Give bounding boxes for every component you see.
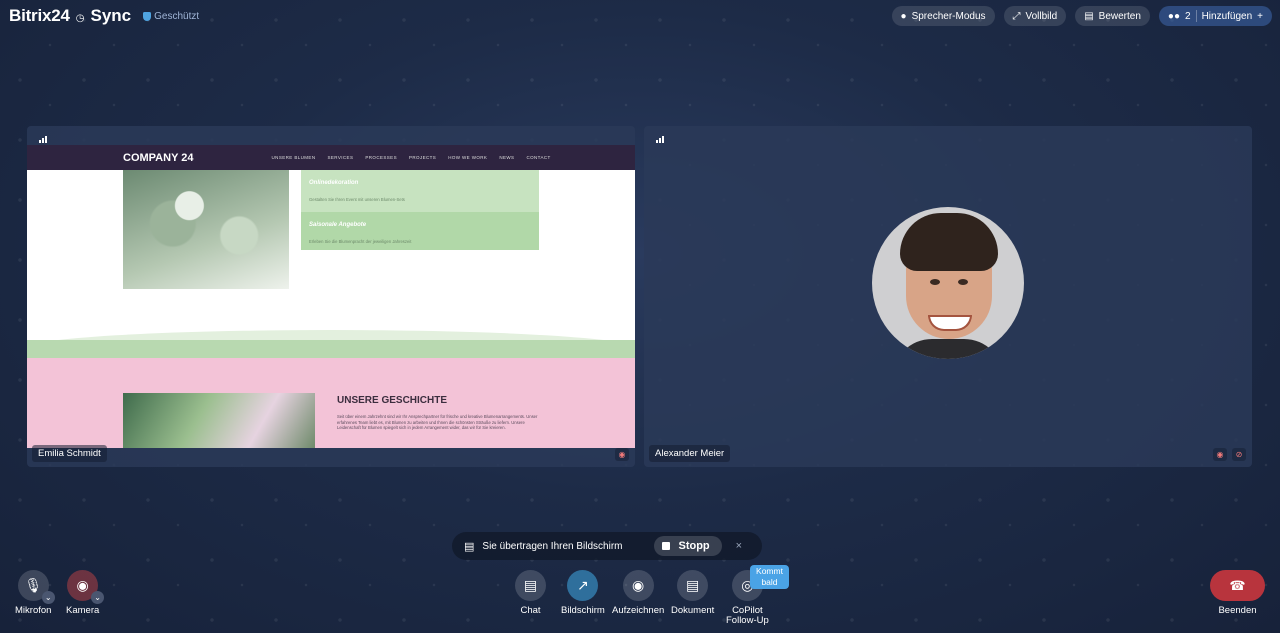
speaker-mode-button[interactable]: ● Sprecher-Modus bbox=[891, 6, 995, 26]
speaker-icon: ● bbox=[900, 10, 907, 22]
stop-sharing-button[interactable]: Stopp bbox=[654, 536, 722, 556]
document-label: Dokument bbox=[671, 605, 715, 616]
signal-icon bbox=[39, 136, 47, 143]
clock-icon: ◷ bbox=[75, 13, 85, 24]
site-nav-item: PROJECTS bbox=[408, 155, 437, 160]
site-nav-item: SERVICES bbox=[327, 155, 354, 160]
video-tile-screen-share[interactable]: COMPANY 24 UNSERE BLUMEN SERVICES PROCES… bbox=[27, 126, 635, 467]
screen-label: Bildschirm bbox=[561, 605, 605, 616]
story-image bbox=[123, 393, 315, 448]
fullscreen-button[interactable]: ⤢ Vollbild bbox=[1003, 6, 1067, 26]
chat-label: Chat bbox=[520, 605, 541, 616]
app-logo: Bitrix24 ◷ Sync Geschützt bbox=[9, 6, 199, 26]
participants-count: 2 bbox=[1185, 10, 1191, 22]
site-nav-item: UNSERE BLUMEN bbox=[271, 155, 316, 160]
mic-off-icon: ⊘ bbox=[1232, 448, 1246, 461]
screen-share-button[interactable]: ↗ Bildschirm bbox=[561, 570, 605, 616]
share-status-text: Sie übertragen Ihren Bildschirm bbox=[482, 540, 623, 552]
camera-off-icon[interactable]: ◉ ⌄ bbox=[67, 570, 105, 604]
fullscreen-label: Vollbild bbox=[1025, 10, 1058, 22]
chat-button[interactable]: ▤ Chat bbox=[515, 570, 546, 616]
mic-icon[interactable]: 🎙 ⌄ bbox=[17, 570, 55, 604]
stop-icon bbox=[662, 542, 671, 550]
users-icon: ●● bbox=[1167, 10, 1180, 22]
avatar bbox=[872, 207, 1024, 359]
tile-status-icons: ◉ ⊘ bbox=[1213, 448, 1246, 461]
video-tile-camera[interactable]: Alexander Meier ◉ ⊘ bbox=[644, 126, 1252, 467]
comment-icon: ▤ bbox=[1084, 10, 1094, 22]
shared-screen: COMPANY 24 UNSERE BLUMEN SERVICES PROCES… bbox=[27, 145, 635, 448]
site-nav: COMPANY 24 UNSERE BLUMEN SERVICES PROCES… bbox=[27, 145, 635, 170]
rate-label: Bewerten bbox=[1098, 10, 1141, 22]
product-name: Sync bbox=[90, 6, 132, 25]
screen-share-icon: ▤ bbox=[464, 540, 475, 553]
site-nav-item: PROCESSES bbox=[365, 155, 397, 160]
coming-soon-badge: Kommt bald bbox=[750, 565, 789, 589]
card-text: Gestalten Sie Ihren Event mit unseren Bl… bbox=[309, 197, 405, 202]
flower-image bbox=[123, 170, 289, 289]
expand-icon: ⤢ bbox=[1012, 10, 1021, 22]
chevron-down-icon[interactable]: ⌄ bbox=[91, 591, 105, 604]
rate-button[interactable]: ▤ Bewerten bbox=[1075, 6, 1150, 26]
protected-indicator: Geschützt bbox=[143, 11, 199, 22]
camera-off-icon: ◉ bbox=[1213, 448, 1227, 461]
end-call-control[interactable]: ☎ Beenden bbox=[1210, 570, 1265, 616]
tile-status-icons: ◉ bbox=[615, 448, 629, 461]
shield-icon bbox=[143, 12, 152, 21]
plus-icon: + bbox=[1257, 10, 1263, 22]
end-label: Beenden bbox=[1218, 605, 1257, 616]
camera-off-icon: ◉ bbox=[615, 448, 629, 461]
document-icon[interactable]: ▤ bbox=[677, 570, 709, 601]
signal-icon bbox=[656, 136, 664, 143]
camera-control[interactable]: ◉ ⌄ Kamera bbox=[66, 570, 105, 616]
participant-name: Emilia Schmidt bbox=[32, 445, 107, 462]
badge-line2: bald bbox=[761, 577, 778, 587]
record-label: Aufzeichnen bbox=[612, 605, 665, 616]
wave-decoration bbox=[27, 340, 635, 360]
site-nav-item: NEWS bbox=[499, 155, 515, 160]
stop-label: Stopp bbox=[678, 540, 710, 552]
badge-line1: Kommt bbox=[756, 566, 783, 576]
card-title: Saisonale Angebote bbox=[309, 222, 367, 228]
site-nav-item: HOW WE WORK bbox=[448, 155, 488, 160]
story-section: UNSERE GESCHICHTE Seit über einem Jahrze… bbox=[27, 358, 635, 448]
service-card: Saisonale Angebote Erleben Sie die Blume… bbox=[301, 212, 539, 250]
screen-share-icon[interactable]: ↗ bbox=[567, 570, 599, 601]
screen-share-bar: ▤ Sie übertragen Ihren Bildschirm Stopp … bbox=[452, 532, 762, 560]
story-title: UNSERE GESCHICHTE bbox=[337, 395, 448, 406]
card-text: Erleben Sie die Blumenpracht der jeweili… bbox=[309, 239, 412, 244]
service-card: Onlinedekoration Gestalten Sie Ihren Eve… bbox=[301, 170, 539, 212]
record-icon[interactable]: ◉ bbox=[622, 570, 654, 601]
copilot-label-line2: Follow-Up bbox=[726, 615, 769, 626]
top-toolbar: ● Sprecher-Modus ⤢ Vollbild ▤ Bewerten ●… bbox=[891, 6, 1272, 26]
document-button[interactable]: ▤ Dokument bbox=[671, 570, 714, 616]
site-brand: COMPANY 24 bbox=[123, 151, 194, 164]
mic-label: Mikrofon bbox=[15, 605, 52, 616]
app-name: Bitrix24 bbox=[9, 6, 70, 25]
add-label: Hinzufügen bbox=[1201, 10, 1253, 22]
record-button[interactable]: ◉ Aufzeichnen bbox=[612, 570, 664, 616]
chevron-down-icon[interactable]: ⌄ bbox=[41, 591, 55, 604]
protected-label: Geschützt bbox=[154, 11, 200, 22]
participant-name: Alexander Meier bbox=[649, 445, 731, 462]
site-nav-links: UNSERE BLUMEN SERVICES PROCESSES PROJECT… bbox=[272, 155, 551, 160]
story-text: Seit über einem Jahrzehnt sind wir Ihr A… bbox=[337, 414, 538, 430]
camera-label: Kamera bbox=[66, 605, 100, 616]
speaker-mode-label: Sprecher-Modus bbox=[911, 10, 986, 22]
hangup-icon[interactable]: ☎ bbox=[1210, 570, 1265, 601]
copilot-label: CoPilot Follow-Up bbox=[726, 606, 769, 626]
site-nav-item: CONTACT bbox=[526, 155, 551, 160]
mic-control[interactable]: 🎙 ⌄ Mikrofon bbox=[15, 570, 55, 616]
close-icon[interactable]: × bbox=[736, 540, 742, 552]
divider bbox=[1195, 10, 1197, 22]
add-participants-button[interactable]: ●● 2 Hinzufügen + bbox=[1158, 6, 1272, 26]
chat-icon[interactable]: ▤ bbox=[515, 570, 546, 601]
card-title: Onlinedekoration bbox=[309, 180, 359, 186]
